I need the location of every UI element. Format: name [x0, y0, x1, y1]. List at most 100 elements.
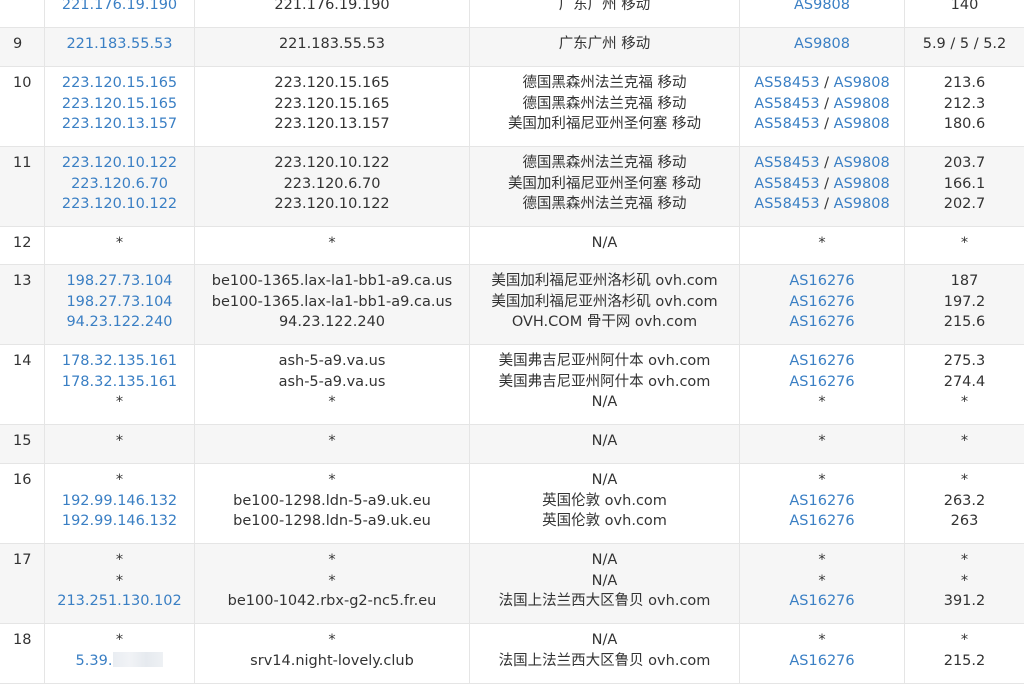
asn-line: * — [740, 630, 904, 651]
asn-link[interactable]: AS16276 — [789, 493, 854, 509]
ip-cell: 221.176.19.190 — [45, 0, 195, 27]
ip-link[interactable]: 94.23.122.240 — [45, 312, 194, 333]
ip-link[interactable]: 198.27.73.104 — [45, 292, 194, 313]
ip-link[interactable]: 192.99.146.132 — [45, 491, 194, 512]
hostname-text: ash-5-a9.va.us — [278, 373, 386, 390]
rtt-cell: * * 391.2 — [905, 544, 1024, 623]
hostname-text: 223.120.13.157 — [274, 116, 390, 133]
asn-link[interactable]: AS58453 — [754, 176, 819, 192]
asn-link[interactable]: AS9808 — [834, 176, 890, 192]
ip-text: 198.27.73.104 — [66, 273, 173, 289]
asn-link[interactable]: AS16276 — [789, 653, 854, 669]
table-row: 221.176.19.190 221.176.19.190 广东广州 移动 AS980… — [0, 0, 1024, 28]
location-text: 美国加利福尼亚州圣何塞 移动 — [507, 116, 702, 133]
ip-link[interactable]: 213.251.130.102 — [45, 591, 194, 612]
ip-link[interactable]: 223.120.6.70 — [45, 174, 194, 195]
hostname-text: 223.120.10.122 — [274, 155, 390, 171]
asn-separator: / — [819, 75, 834, 91]
ip-cell: 223.120.10.122 223.120.6.70 223.120.10.122 — [45, 147, 195, 226]
asn-link[interactable]: AS58453 — [754, 75, 819, 91]
rtt-cell: * — [905, 227, 1024, 264]
table-row: 11 223.120.10.122 223.120.6.70 223.120.10.1… — [0, 147, 1024, 227]
hostname-text: 94.23.122.240 — [278, 314, 386, 331]
asn-cell: * AS16276 — [740, 624, 905, 683]
asn-placeholder: * — [818, 632, 826, 648]
hop-number: 10 — [0, 67, 45, 146]
rtt-cell: * — [905, 425, 1024, 463]
asn-line: AS58453 / AS9808 — [740, 94, 904, 115]
asn-placeholder: * — [818, 394, 826, 411]
location-text: 法国上法兰西大区鲁贝 ovh.com — [498, 652, 711, 669]
asn-link[interactable]: AS9808 — [834, 116, 890, 132]
ip-link[interactable]: 5.39. — [45, 651, 194, 672]
asn-link[interactable]: AS9808 — [834, 155, 890, 171]
asn-cell: AS16276 AS16276 AS16276 — [740, 265, 905, 344]
ip-link[interactable]: 223.120.15.165 — [45, 73, 194, 94]
table-row: 10 223.120.15.165 223.120.15.165 223.120.13… — [0, 67, 1024, 147]
asn-link[interactable]: AS9808 — [794, 36, 850, 52]
ip-link[interactable]: 221.183.55.53 — [45, 34, 194, 55]
asn-link[interactable]: AS16276 — [789, 513, 854, 529]
asn-link[interactable]: AS9808 — [834, 196, 890, 212]
hostname-cell: * srv14.night-lovely.club — [195, 624, 470, 683]
asn-cell: AS58453 / AS9808 AS58453 / AS9808 AS58453 … — [740, 147, 905, 226]
ip-link[interactable]: 223.120.15.165 — [45, 94, 194, 115]
hop-number: 12 — [0, 227, 45, 264]
asn-link[interactable]: AS58453 — [754, 155, 819, 171]
asn-link[interactable]: AS9808 — [834, 96, 890, 112]
location-text: 美国加利福尼亚州洛杉矶 ovh.com — [491, 273, 718, 289]
asn-line: AS16276 — [740, 591, 904, 612]
asn-placeholder: * — [818, 472, 826, 488]
hostname-text: * — [328, 632, 336, 648]
location-cell: 德国黑森州法兰克福 移动 德国黑森州法兰克福 移动 美国加利福尼亚州圣何塞 移动 — [470, 67, 740, 146]
asn-link[interactable]: AS16276 — [789, 374, 854, 390]
ip-link[interactable]: 178.32.135.161 — [45, 351, 194, 372]
asn-link[interactable]: AS58453 — [754, 196, 819, 212]
asn-link[interactable]: AS16276 — [789, 273, 854, 289]
ip-link[interactable]: 223.120.13.157 — [45, 114, 194, 135]
ip-text: 192.99.146.132 — [61, 513, 178, 530]
asn-placeholder: * — [818, 235, 826, 251]
hop-number: 14 — [0, 345, 45, 424]
asn-link[interactable]: AS16276 — [789, 314, 854, 330]
asn-line: AS16276 — [740, 351, 904, 372]
ip-placeholder: * — [45, 571, 194, 592]
rtt-value: 263 — [950, 513, 979, 530]
ip-cell: 223.120.15.165 223.120.15.165 223.120.13.1… — [45, 67, 195, 146]
asn-link[interactable]: AS58453 — [754, 96, 819, 112]
asn-link[interactable]: AS9808 — [794, 0, 850, 13]
ip-link[interactable]: 198.27.73.104 — [45, 271, 194, 292]
ip-text: 5.39. — [75, 652, 113, 669]
rtt-value: 140 — [950, 0, 979, 13]
asn-link[interactable]: AS9808 — [834, 75, 890, 91]
ip-cell: * 5.39. — [45, 624, 195, 683]
asn-line: AS58453 / AS9808 — [740, 153, 904, 174]
asn-link[interactable]: AS58453 — [754, 116, 819, 132]
ip-link[interactable]: 192.99.146.132 — [45, 511, 194, 532]
ip-link[interactable]: 223.120.10.122 — [45, 153, 194, 174]
location-cell: 广东广州 移动 — [470, 0, 740, 27]
ip-cell: * — [45, 227, 195, 264]
hostname-text: 223.120.15.165 — [274, 95, 390, 112]
asn-link[interactable]: AS16276 — [789, 593, 854, 609]
asn-line: AS16276 — [740, 271, 904, 292]
asn-link[interactable]: AS16276 — [789, 294, 854, 310]
ip-link[interactable]: 223.120.10.122 — [45, 194, 194, 215]
location-text: N/A — [591, 572, 618, 589]
location-text: N/A — [591, 433, 618, 449]
location-cell: N/A — [470, 227, 740, 264]
ip-link[interactable]: 221.176.19.190 — [45, 0, 194, 16]
rtt-cell: 275.3 274.4 * — [905, 345, 1024, 424]
ip-text: 178.32.135.161 — [61, 353, 178, 369]
asn-line: * — [740, 392, 904, 413]
ip-text: 94.23.122.240 — [66, 314, 173, 331]
asn-separator: / — [819, 116, 834, 133]
ip-cell: 178.32.135.161 178.32.135.161 * — [45, 345, 195, 424]
ip-text: 223.120.15.165 — [61, 75, 178, 91]
hostname-text: srv14.night-lovely.club — [250, 652, 414, 669]
ip-cell: 198.27.73.104 198.27.73.104 94.23.122.240 — [45, 265, 195, 344]
ip-link[interactable]: 178.32.135.161 — [45, 372, 194, 393]
hostname-text: * — [328, 433, 336, 449]
asn-link[interactable]: AS16276 — [789, 353, 854, 369]
ip-text: 213.251.130.102 — [57, 593, 182, 610]
